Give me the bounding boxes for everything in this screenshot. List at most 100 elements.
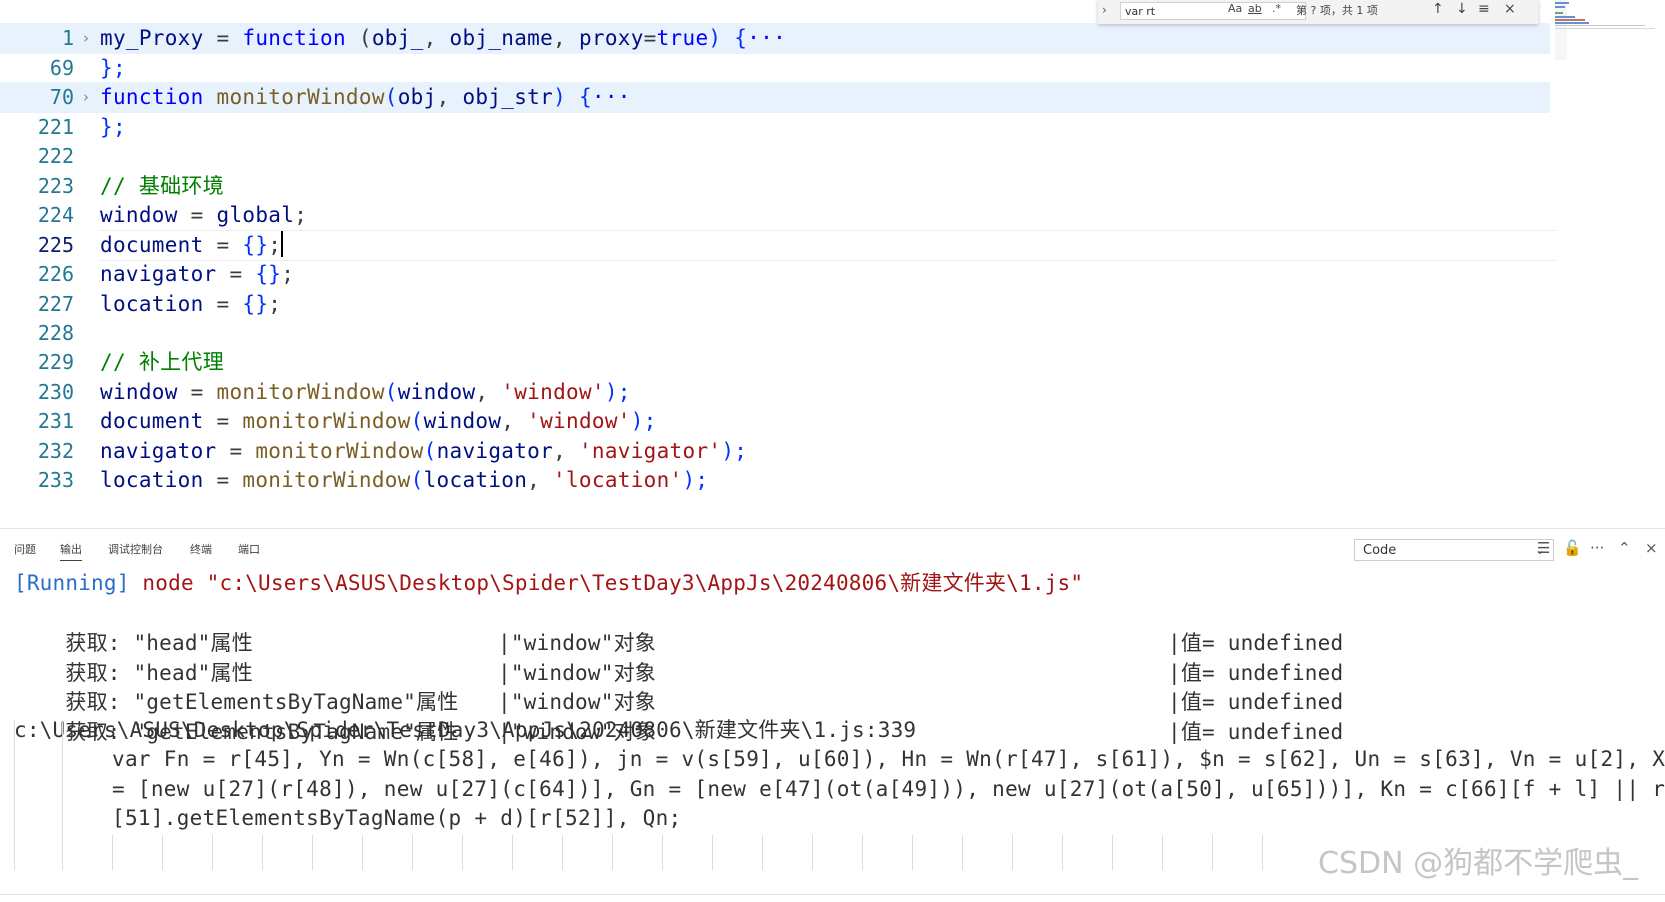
indent-guide [462, 835, 463, 870]
indent-guide [1112, 835, 1113, 870]
line-number: 70 [49, 85, 74, 109]
line-number: 233 [37, 468, 74, 492]
code-line[interactable]: 222 [0, 141, 1550, 172]
code-line[interactable]: 227 location = {}; [0, 289, 1550, 320]
indent-guide [62, 720, 63, 870]
find-result-count: 第 ? 项，共 1 项 [1296, 4, 1378, 17]
code-line-current[interactable]: 225 document = {}; [0, 230, 1556, 261]
line-number: 223 [37, 174, 74, 198]
indent-guide [1262, 835, 1263, 870]
code-text: location = monitorWindow(location, 'loca… [100, 468, 709, 492]
match-case-toggle[interactable]: Aa [1228, 2, 1242, 15]
code-text: navigator = monitorWindow(navigator, 'na… [100, 439, 748, 463]
line-number: 224 [37, 203, 74, 227]
indent-guide [1212, 835, 1213, 870]
tab-debug-console[interactable]: 调试控制台 [108, 541, 163, 557]
line-number: 228 [37, 321, 74, 345]
indent-guide [962, 835, 963, 870]
code-line[interactable]: 69 }; [0, 53, 1550, 84]
chevron-up-icon[interactable]: ⌃ [1618, 539, 1631, 557]
code-line[interactable]: 229 // 补上代理 [0, 347, 1550, 378]
indent-guide [662, 835, 663, 870]
code-editor[interactable]: 1 › my_Proxy = function (obj_, obj_name,… [0, 0, 1665, 528]
code-text: navigator = {}; [100, 262, 295, 286]
indent-guide [162, 835, 163, 870]
arrow-up-icon[interactable]: ↑ [1432, 1, 1444, 17]
code-line[interactable]: 228 [0, 318, 1550, 349]
code-line[interactable]: 232 navigator = monitorWindow(navigator,… [0, 436, 1550, 467]
list-filter-icon[interactable]: ☰ [1537, 539, 1550, 557]
code-text: window = global; [100, 203, 308, 227]
output-channel-value: Code [1363, 543, 1397, 558]
watermark: CSDN @狗都不学爬虫_ [1318, 846, 1639, 881]
indent-guide [812, 835, 813, 870]
whole-word-toggle[interactable]: ab [1248, 2, 1262, 15]
code-text: window = monitorWindow(window, 'window')… [100, 380, 631, 404]
code-line[interactable]: 221 }; [0, 112, 1550, 143]
output-error-path: c:\Users\ASUS\Desktop\Spider\TestDay3\Ap… [14, 718, 917, 742]
code-line[interactable]: 226 navigator = {}; [0, 259, 1550, 290]
indent-guide [1062, 835, 1063, 870]
line-number: 229 [37, 350, 74, 374]
indent-guide [862, 835, 863, 870]
output-code-line: [51].getElementsByTagName(p + d)[r[52]],… [112, 806, 682, 830]
line-number: 226 [37, 262, 74, 286]
tab-ports[interactable]: 端口 [238, 541, 260, 557]
chevron-right-icon[interactable]: › [1102, 3, 1107, 17]
line-number: 230 [37, 380, 74, 404]
indent-guide [1162, 835, 1163, 870]
indent-guide [262, 835, 263, 870]
line-number: 225 [37, 233, 74, 257]
panel-bottom-border [0, 894, 1665, 895]
code-line[interactable]: 223 // 基础环境 [0, 171, 1550, 202]
output-running-line: [Running] node "c:\Users\ASUS\Desktop\Sp… [14, 571, 1084, 595]
indent-guide [612, 835, 613, 870]
code-text: }; [100, 115, 126, 139]
code-text: document = monitorWindow(window, 'window… [100, 409, 657, 433]
folded-ellipsis-icon: ··· [591, 85, 631, 109]
line-number: 227 [37, 292, 74, 316]
close-icon[interactable]: × [1504, 1, 1516, 17]
output-code-line: var Fn = r[45], Yn = Wn(c[58], e[46]), j… [112, 747, 1665, 771]
indent-guide [712, 835, 713, 870]
find-widget: › var rt Aa ab .* 第 ? 项，共 1 项 ↑ ↓ ≡ × [1098, 0, 1538, 24]
arrow-down-icon[interactable]: ↓ [1456, 1, 1468, 17]
code-text: document = {}; [100, 231, 284, 257]
code-line[interactable]: 231 document = monitorWindow(window, 'wi… [0, 406, 1550, 437]
fold-chevron-icon[interactable]: › [83, 23, 89, 54]
close-panel-icon[interactable]: × [1645, 539, 1658, 557]
indent-guide [762, 835, 763, 870]
indent-guide [512, 835, 513, 870]
code-line[interactable]: 233 location = monitorWindow(location, '… [0, 465, 1550, 496]
code-line[interactable]: 224 window = global; [0, 200, 1550, 231]
text-cursor [281, 231, 284, 257]
indent-guide [1012, 835, 1013, 870]
line-number: 231 [37, 409, 74, 433]
code-line[interactable]: 70 › function monitorWindow(obj, obj_str… [0, 82, 1550, 113]
selection-icon[interactable]: ≡ [1478, 1, 1490, 17]
regex-toggle[interactable]: .* [1272, 2, 1281, 15]
indent-guide [562, 835, 563, 870]
tab-output[interactable]: 输出 [60, 541, 82, 561]
code-line[interactable]: 1 › my_Proxy = function (obj_, obj_name,… [0, 23, 1550, 54]
indent-guide [912, 835, 913, 870]
indent-guide [112, 835, 113, 870]
indent-guide [412, 835, 413, 870]
minimap[interactable] [1555, 0, 1665, 60]
lock-icon[interactable]: 🔓 [1563, 539, 1582, 557]
tab-terminal[interactable]: 终端 [190, 541, 212, 557]
indent-guide [362, 835, 363, 870]
fold-chevron-icon[interactable]: › [83, 82, 89, 113]
line-number: 221 [37, 115, 74, 139]
output-channel-select[interactable]: Code ⌄ [1354, 539, 1554, 561]
tab-problems[interactable]: 问题 [14, 541, 36, 557]
line-number: 69 [49, 56, 74, 80]
more-actions-icon[interactable]: ··· [1590, 539, 1604, 557]
indent-guide [14, 720, 15, 870]
line-number: 1 [61, 26, 74, 50]
code-line[interactable]: 230 window = monitorWindow(window, 'wind… [0, 377, 1550, 408]
code-text: function monitorWindow(obj, obj_str) {··… [100, 85, 631, 109]
code-text: // 基础环境 [100, 174, 225, 198]
line-number: 222 [37, 144, 74, 168]
indent-guide [312, 835, 313, 870]
